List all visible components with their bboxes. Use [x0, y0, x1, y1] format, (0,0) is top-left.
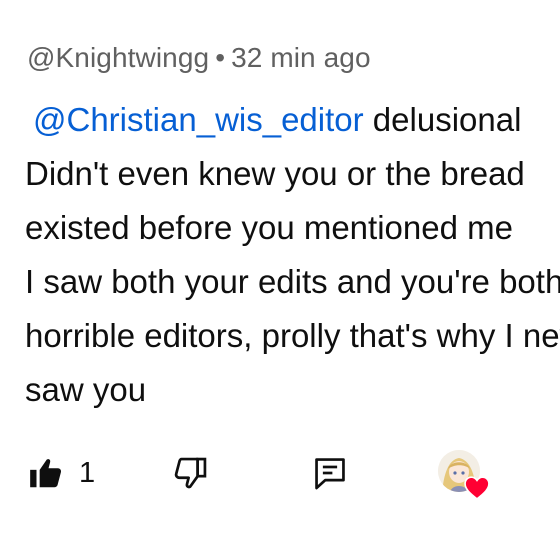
comment-author[interactable]: @Knightwingg — [27, 42, 209, 73]
creator-heart-badge[interactable] — [438, 450, 494, 502]
comment-line-1: @Christian_wis_editor delusional — [25, 93, 560, 147]
dislike-button[interactable] — [172, 454, 210, 492]
thumbs-down-icon — [174, 457, 207, 489]
reply-comment-icon — [315, 458, 345, 490]
creator-heart-icon — [464, 476, 490, 500]
reply-button[interactable] — [311, 454, 349, 492]
like-button[interactable]: 1 — [27, 454, 95, 492]
comment-text-1: delusional — [363, 101, 522, 138]
comment-meta: @Knightwingg • 32 min ago — [27, 42, 371, 74]
comment-line-5: horrible editors, prolly that's why I ne… — [25, 317, 560, 354]
like-count: 1 — [79, 456, 96, 489]
comment-line-4: I saw both your edits and you're both — [25, 263, 560, 300]
meta-separator: • — [215, 42, 226, 73]
comment-thread-item: @Knightwingg • 32 min ago @Christian_wis_e… — [0, 0, 560, 560]
mention-link[interactable]: @Christian_wis_editor — [33, 101, 364, 138]
comment-actions: 1 — [0, 446, 560, 506]
comment-line-2: Didn't even knew you or the bread — [25, 155, 525, 192]
comment-line-3: existed before you mentioned me — [25, 209, 513, 246]
thumbs-up-filled-icon — [30, 459, 62, 488]
comment-body: @Christian_wis_editor delusional Didn't … — [25, 93, 560, 417]
comment-line-6: saw you — [25, 371, 147, 408]
comment-time: 32 min ago — [231, 42, 371, 73]
